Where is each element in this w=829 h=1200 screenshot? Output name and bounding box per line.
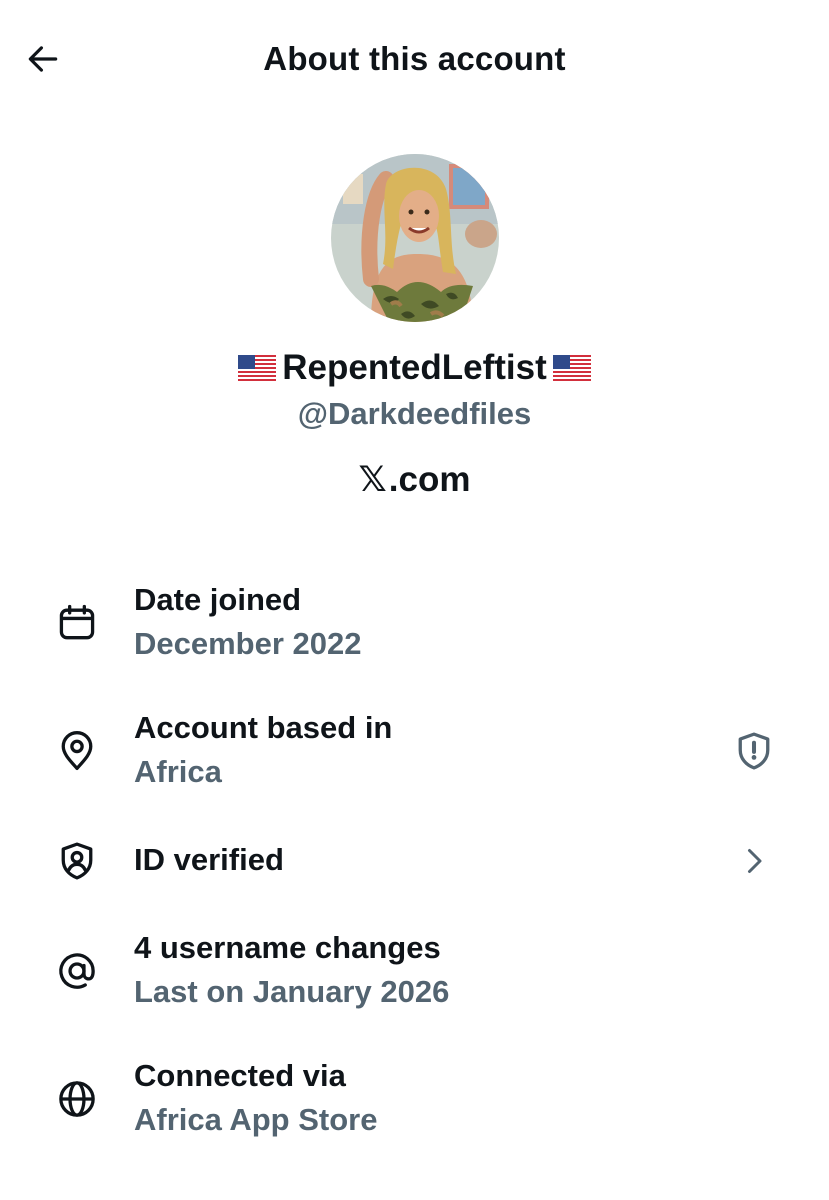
header: About this account (0, 0, 829, 120)
globe-icon (54, 1076, 100, 1122)
row-title: ID verified (134, 842, 284, 877)
row-subtitle: Last on January 2026 (134, 974, 450, 1009)
shield-alert-icon[interactable] (731, 728, 777, 774)
platform-label: 𝕏 .com (0, 460, 829, 500)
us-flag-icon (552, 355, 591, 381)
id-verified-row[interactable]: ID verified (0, 838, 829, 888)
row-subtitle: Africa (134, 754, 222, 789)
display-name-row: RepentedLeftist (0, 348, 829, 388)
us-flag-icon (238, 355, 277, 381)
row-title: 4 username changes (134, 930, 441, 965)
date-joined-row: Date joined December 2022 (0, 580, 829, 670)
row-title: Date joined (134, 582, 302, 617)
calendar-icon (54, 600, 100, 646)
location-pin-icon (54, 728, 100, 774)
x-logo-icon: 𝕏 (358, 460, 387, 499)
username-changes-row: 4 username changes Last on January 2026 (0, 928, 829, 1018)
row-subtitle: Africa App Store (134, 1102, 378, 1137)
row-title: Connected via (134, 1058, 346, 1093)
chevron-right-icon[interactable] (731, 838, 777, 884)
account-based-row: Account based in Africa (0, 708, 829, 798)
profile-avatar[interactable] (331, 154, 499, 322)
id-badge-icon (54, 838, 100, 884)
at-sign-icon (54, 948, 100, 994)
row-subtitle: December 2022 (134, 626, 362, 661)
page-title: About this account (263, 40, 566, 77)
row-title: Account based in (134, 710, 393, 745)
platform-domain: .com (388, 460, 471, 499)
display-name: RepentedLeftist (282, 348, 547, 387)
connected-via-row: Connected via Africa App Store (0, 1056, 829, 1146)
account-handle: @Darkdeedfiles (297, 396, 532, 431)
